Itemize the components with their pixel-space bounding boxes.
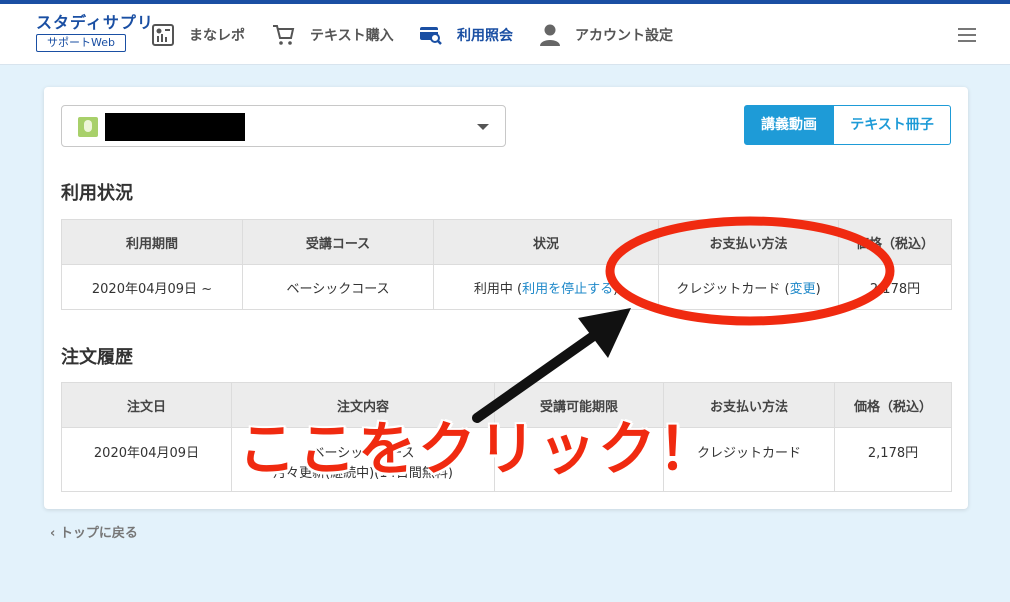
click-here-annotation: ここをクリック！ — [238, 415, 719, 483]
column-header: 価格（税込） — [834, 382, 952, 428]
order-price: 2,178円 — [834, 427, 952, 492]
account-select[interactable] — [61, 105, 506, 147]
column-header: 価格（税込） — [838, 219, 952, 265]
usage-payment: クレジットカード — [676, 281, 781, 297]
stop-usage-link[interactable]: 利用を停止する — [522, 282, 613, 297]
cart-icon — [273, 25, 295, 45]
column-header: 注文日 — [61, 382, 232, 428]
order-history-title: 注文履歴 — [61, 347, 133, 368]
table-header-row: 利用期間 受講コース 状況 お支払い方法 価格（税込） — [61, 219, 952, 265]
report-icon — [152, 24, 174, 46]
logo-main-text: スタディサプリ — [36, 13, 154, 32]
back-to-top-link[interactable]: ‹ トップに戻る — [50, 522, 138, 541]
usage-table: 利用期間 受講コース 状況 お支払い方法 価格（税込） 2020年04月09日 … — [61, 219, 952, 310]
nav-item-usage-inquiry[interactable]: 利用照会 — [419, 22, 513, 48]
nav-label: 利用照会 — [457, 28, 513, 44]
site-header: スタディサプリ サポートWeb まなレポ テキスト購入 利用照会 アカウント設定 — [0, 4, 1010, 65]
nav-item-manarepo[interactable]: まなレポ — [151, 22, 245, 48]
person-icon — [540, 24, 560, 46]
column-header: お支払い方法 — [658, 219, 839, 265]
usage-status-cell: 利用中 (利用を停止する) — [433, 264, 659, 310]
hamburger-menu-icon[interactable] — [958, 28, 976, 42]
table-row: 2020年04月09日 ~ ベーシックコース 利用中 (利用を停止する) クレジ… — [61, 264, 952, 310]
redacted-name — [105, 113, 245, 141]
nav-item-account-settings[interactable]: アカウント設定 — [539, 22, 673, 48]
nav-label: まなレポ — [189, 28, 245, 44]
usage-payment-cell: クレジットカード (変更) — [658, 264, 839, 310]
usage-price: 2,178円 — [838, 264, 952, 310]
column-header: 利用期間 — [61, 219, 243, 265]
change-payment-link[interactable]: 変更 — [790, 282, 816, 297]
nav-item-text-purchase[interactable]: テキスト購入 — [272, 22, 394, 48]
card-search-icon — [420, 27, 442, 45]
usage-course: ベーシックコース — [242, 264, 434, 310]
usage-period: 2020年04月09日 ~ — [61, 264, 243, 310]
nav-label: テキスト購入 — [310, 28, 394, 44]
usage-section-title: 利用状況 — [61, 183, 133, 204]
chevron-left-icon: ‹ — [50, 526, 60, 541]
back-label: トップに戻る — [59, 526, 138, 541]
content-toggle: 講義動画 テキスト冊子 — [744, 105, 951, 145]
nav-label: アカウント設定 — [575, 28, 673, 44]
logo[interactable]: スタディサプリ サポートWeb — [36, 13, 154, 56]
avatar — [78, 117, 98, 137]
text-booklet-button[interactable]: テキスト冊子 — [834, 105, 951, 145]
chevron-down-icon — [477, 124, 489, 130]
logo-sub-text: サポートWeb — [36, 34, 126, 52]
column-header: 状況 — [433, 219, 659, 265]
lecture-video-button[interactable]: 講義動画 — [744, 105, 834, 145]
column-header: 受講コース — [242, 219, 434, 265]
order-date: 2020年04月09日 — [61, 427, 232, 492]
usage-status: 利用中 — [473, 281, 513, 297]
